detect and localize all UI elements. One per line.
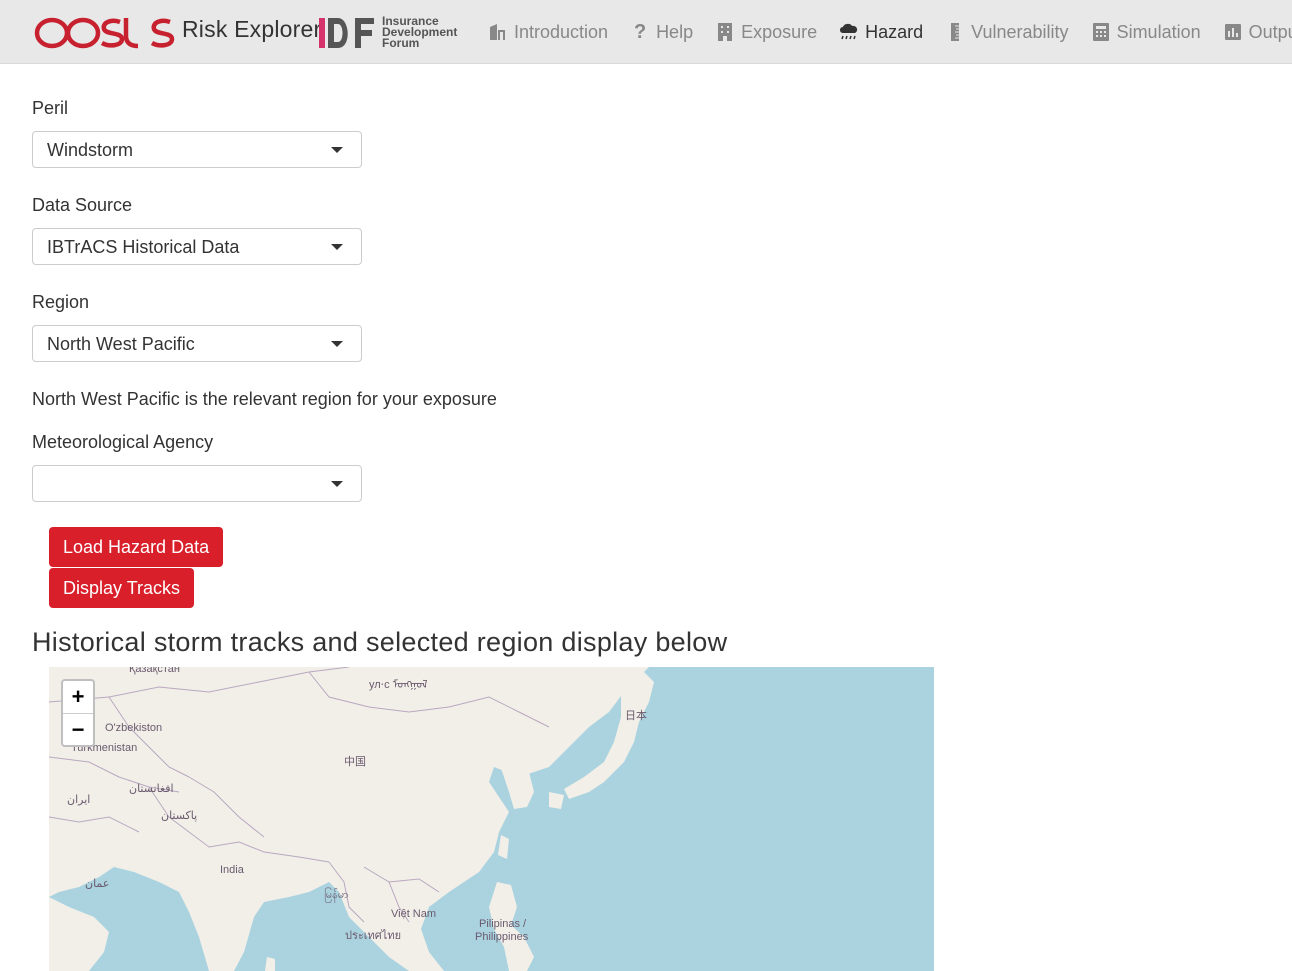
map-label-pakistan: پاکستان	[161, 810, 198, 822]
map-label-japan: 日本	[625, 710, 647, 722]
nav-simulation[interactable]: Simulation	[1091, 22, 1201, 43]
ruler-icon	[945, 22, 965, 42]
peril-select-value: Windstorm	[47, 140, 134, 160]
nav-hazard[interactable]: Hazard	[839, 22, 923, 43]
cloud-rain-icon	[839, 22, 859, 42]
agency-select[interactable]	[32, 465, 362, 502]
map-label-oman: عمان	[85, 878, 110, 890]
region-select[interactable]: North West Pacific	[32, 325, 362, 362]
data-source-label: Data Source	[32, 195, 133, 215]
land-japan-south	[549, 792, 564, 809]
nav-output[interactable]: Output	[1223, 22, 1292, 43]
building-icon	[488, 22, 508, 42]
map-label-vietnam: Việt Nam	[391, 908, 437, 920]
peril-select[interactable]: Windstorm	[32, 131, 362, 168]
nav-exposure[interactable]: Exposure	[715, 22, 817, 43]
region-select-value: North West Pacific	[47, 334, 195, 354]
caret-down-icon	[331, 341, 343, 347]
map-label-kazakhstan: Қазақстан	[129, 667, 180, 675]
region-label: Region	[32, 292, 90, 312]
display-tracks-button[interactable]: Display Tracks	[49, 568, 195, 608]
idf-logo-text: Insurance Development Forum	[382, 13, 458, 50]
question-icon: ?	[633, 20, 647, 43]
map-zoom-control: + −	[61, 679, 95, 747]
map-label-mongolia: ул⋅с ᠮᠣᠩᠭᠣᠯ	[369, 679, 428, 691]
map-label-iran: ایران	[67, 794, 91, 806]
app-title: Risk Explorer	[182, 16, 322, 42]
calculator-icon	[1091, 22, 1111, 42]
agency-label: Meteorological Agency	[32, 432, 214, 452]
load-hazard-data-button[interactable]: Load Hazard Data	[49, 527, 224, 567]
map-label-afghanistan: افغانستان	[129, 783, 174, 795]
land-arabia	[49, 897, 109, 971]
map-label-india: India	[220, 864, 244, 876]
data-source-select[interactable]: IBTrACS Historical Data	[32, 228, 362, 265]
nav-introduction[interactable]: Introduction	[488, 22, 608, 43]
data-source-select-value: IBTrACS Historical Data	[47, 237, 240, 257]
map-label-uzbekistan: O'zbekiston	[105, 722, 163, 734]
storm-track-map[interactable]: + − Қазақстан ул⋅с ᠮᠣᠩᠭᠣᠯ 日本 O'zbekiston…	[49, 667, 934, 971]
region-note: North West Pacific is the relevant regio…	[32, 389, 497, 409]
land-sri-lanka	[265, 957, 275, 971]
caret-down-icon	[331, 244, 343, 250]
map-label-thailand: ประเทศไทย	[345, 930, 402, 942]
top-navbar: Risk Explorer Insurance Development Foru…	[0, 0, 1292, 64]
nav-vulnerability[interactable]: Vulnerability	[945, 22, 1069, 43]
land-taiwan	[498, 835, 509, 859]
nav-help[interactable]: ? Help	[630, 20, 693, 43]
map-section-title: Historical storm tracks and selected reg…	[32, 627, 728, 657]
caret-down-icon	[331, 481, 343, 487]
idf-logo[interactable]: Insurance Development Forum	[318, 14, 457, 50]
oasis-logo-mark	[34, 17, 175, 49]
caret-down-icon	[331, 147, 343, 153]
bar-chart-icon	[1223, 22, 1243, 42]
oasis-logo[interactable]	[34, 12, 176, 52]
map-label-myanmar: မြန်မာ	[324, 889, 349, 901]
zoom-in-button[interactable]: +	[63, 681, 93, 713]
peril-label: Peril	[32, 98, 69, 118]
zoom-out-button[interactable]: −	[63, 713, 93, 745]
tall-building-icon	[715, 22, 735, 42]
map-label-philippines-1: Pilipinas /	[479, 918, 527, 930]
idf-logo-mark	[319, 18, 374, 48]
map-label-philippines-2: Philippines	[475, 931, 529, 943]
map-label-china: 中国	[344, 756, 366, 768]
main-nav: Introduction ? Help Exposure Hazard Vuln…	[488, 0, 1292, 64]
